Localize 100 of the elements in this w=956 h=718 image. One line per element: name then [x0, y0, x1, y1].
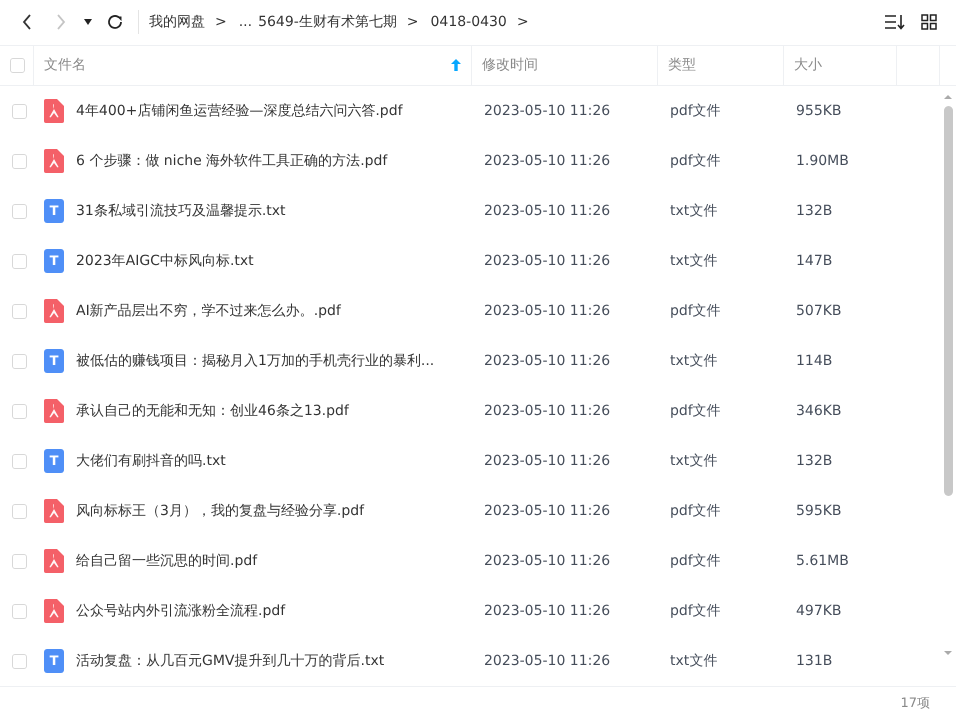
row-checkbox[interactable] — [12, 604, 26, 619]
pdf-file-icon — [44, 549, 64, 574]
text-file-icon: T — [44, 349, 64, 374]
file-type: pdf文件 — [669, 102, 722, 120]
modified-time: 2023-05-10 11:26 — [483, 653, 612, 670]
file-name[interactable]: 被低估的赚钱项目：揭秘月入1万加的手机壳行业的暴利... — [76, 352, 434, 370]
row-checkbox[interactable] — [12, 304, 26, 319]
file-row[interactable]: T 活动复盘：从几百元GMV提升到几十万的背后.txt 2023-05-10 11:26 txt文件 131B — [0, 636, 940, 686]
modified-time: 2023-05-10 11:26 — [483, 253, 612, 270]
row-checkbox[interactable] — [12, 654, 26, 669]
row-checkbox[interactable] — [12, 104, 26, 119]
file-row[interactable]: T 2023年AIGC中标风向标.txt 2023-05-10 11:26 txt文件 147B — [0, 236, 940, 286]
breadcrumb-separator: > — [516, 14, 529, 30]
file-type: txt文件 — [669, 202, 718, 220]
file-type: txt文件 — [669, 452, 718, 470]
file-name[interactable]: 6 个步骤：做 niche 海外软件工具正确的方法.pdf — [76, 152, 388, 170]
file-row[interactable]: AI新产品层出不穷，学不过来怎么办。.pdf 2023-05-10 11:26 pdf文件 507KB — [0, 286, 940, 336]
pdf-file-icon — [44, 399, 64, 424]
text-file-icon: T — [44, 249, 64, 274]
pdf-file-icon — [44, 499, 64, 524]
column-header[interactable]: 修改时间 — [482, 56, 538, 74]
file-row[interactable]: 给自己留一些沉思的时间.pdf 2023-05-10 11:26 pdf文件 5.61MB — [0, 536, 940, 586]
modified-time: 2023-05-10 11:26 — [483, 103, 612, 120]
column-header[interactable]: 大小 — [794, 56, 822, 74]
file-size: 132B — [795, 453, 834, 470]
row-checkbox[interactable] — [12, 454, 26, 469]
file-name[interactable]: 活动复盘：从几百元GMV提升到几十万的背后.txt — [76, 652, 384, 670]
modified-time: 2023-05-10 11:26 — [483, 153, 612, 170]
file-type: pdf文件 — [669, 302, 722, 320]
file-type: pdf文件 — [669, 402, 722, 420]
file-type: pdf文件 — [669, 152, 722, 170]
row-checkbox[interactable] — [12, 354, 26, 369]
file-name[interactable]: 承认自己的无能和无知：创业46条之13.pdf — [76, 402, 349, 420]
file-size: 5.61MB — [795, 553, 850, 570]
forward-icon — [56, 14, 66, 30]
file-name[interactable]: 大佬们有刷抖音的吗.txt — [76, 452, 226, 470]
caret-icon — [84, 19, 92, 26]
breadcrumb-separator: > — [406, 14, 419, 30]
file-row[interactable]: T 31条私域引流技巧及温馨提示.txt 2023-05-10 11:26 txt文件 132B — [0, 186, 940, 236]
modified-time: 2023-05-10 11:26 — [483, 403, 612, 420]
file-type: txt文件 — [669, 652, 718, 670]
breadcrumb-link[interactable]: 我的网盘 — [149, 13, 205, 32]
file-size: 131B — [795, 653, 834, 670]
back-icon — [22, 14, 32, 30]
row-checkbox[interactable] — [12, 254, 26, 269]
modified-time: 2023-05-10 11:26 — [483, 203, 612, 220]
breadcrumb-link[interactable]: ... — [238, 14, 252, 30]
file-row[interactable]: 承认自己的无能和无知：创业46条之13.pdf 2023-05-10 11:26 pdf文件 346KB — [0, 386, 940, 436]
refresh-icon — [106, 13, 124, 32]
file-name[interactable]: 2023年AIGC中标风向标.txt — [76, 252, 254, 270]
file-type: txt文件 — [669, 352, 718, 370]
file-row[interactable]: 公众号站内外引流涨粉全流程.pdf 2023-05-10 11:26 pdf文件 497KB — [0, 586, 940, 636]
file-row[interactable]: 风向标标王（3月），我的复盘与经验分享.pdf 2023-05-10 11:26 pdf文件 595KB — [0, 486, 940, 536]
row-checkbox[interactable] — [12, 554, 26, 569]
row-checkbox[interactable] — [12, 204, 26, 219]
breadcrumb-link[interactable]: 0418-0430 — [430, 14, 507, 30]
pdf-file-icon — [44, 149, 64, 174]
pdf-file-icon — [44, 599, 64, 624]
file-name[interactable]: 风向标标王（3月），我的复盘与经验分享.pdf — [76, 502, 364, 520]
file-type: pdf文件 — [669, 602, 722, 620]
file-size: 114B — [795, 353, 834, 370]
modified-time: 2023-05-10 11:26 — [483, 503, 612, 520]
row-checkbox[interactable] — [12, 404, 26, 419]
file-row[interactable]: 6 个步骤：做 niche 海外软件工具正确的方法.pdf 2023-05-10 11:26 pdf文件 1.90MB — [0, 136, 940, 186]
column-header[interactable]: 文件名 — [44, 56, 86, 74]
file-type: pdf文件 — [669, 552, 722, 570]
file-name[interactable]: 31条私域引流技巧及温馨提示.txt — [76, 202, 286, 220]
file-size: 346KB — [795, 403, 843, 420]
select-all-checkbox[interactable] — [10, 58, 25, 73]
item-count: 17项 — [900, 694, 930, 712]
pdf-file-icon — [44, 299, 64, 324]
file-size: 507KB — [795, 303, 843, 320]
file-size: 147B — [795, 253, 834, 270]
modified-time: 2023-05-10 11:26 — [483, 353, 612, 370]
modified-time: 2023-05-10 11:26 — [483, 553, 612, 570]
grid-icon — [921, 14, 937, 30]
modified-time: 2023-05-10 11:26 — [483, 603, 612, 620]
breadcrumb-link[interactable]: 5649-生财有术第七期 — [258, 13, 397, 32]
text-file-icon: T — [44, 449, 64, 474]
file-name[interactable]: AI新产品层出不穷，学不过来怎么办。.pdf — [76, 302, 341, 320]
file-type: pdf文件 — [669, 502, 722, 520]
file-size: 595KB — [795, 503, 843, 520]
text-file-icon: T — [44, 649, 64, 674]
modified-time: 2023-05-10 11:26 — [483, 453, 612, 470]
file-name[interactable]: 公众号站内外引流涨粉全流程.pdf — [76, 602, 286, 620]
file-row[interactable]: 4年400+店铺闲鱼运营经验—深度总结六问六答.pdf 2023-05-10 11:26 pdf文件 955KB — [0, 86, 940, 136]
text-file-icon: T — [44, 199, 64, 224]
file-size: 955KB — [795, 103, 843, 120]
breadcrumb-separator: > — [215, 14, 227, 30]
file-row[interactable]: T 大佬们有刷抖音的吗.txt 2023-05-10 11:26 txt文件 132B — [0, 436, 940, 486]
file-size: 132B — [795, 203, 834, 220]
modified-time: 2023-05-10 11:26 — [483, 303, 612, 320]
file-name[interactable]: 给自己留一些沉思的时间.pdf — [76, 552, 258, 570]
pdf-file-icon — [44, 99, 64, 124]
row-checkbox[interactable] — [12, 154, 26, 169]
file-name[interactable]: 4年400+店铺闲鱼运营经验—深度总结六问六答.pdf — [76, 102, 403, 120]
row-checkbox[interactable] — [12, 504, 26, 519]
file-row[interactable]: T 被低估的赚钱项目：揭秘月入1万加的手机壳行业的暴利... 2023-05-10 11:26 txt文件 114B — [0, 336, 940, 386]
column-header[interactable]: 类型 — [668, 56, 696, 74]
file-size: 497KB — [795, 603, 843, 620]
